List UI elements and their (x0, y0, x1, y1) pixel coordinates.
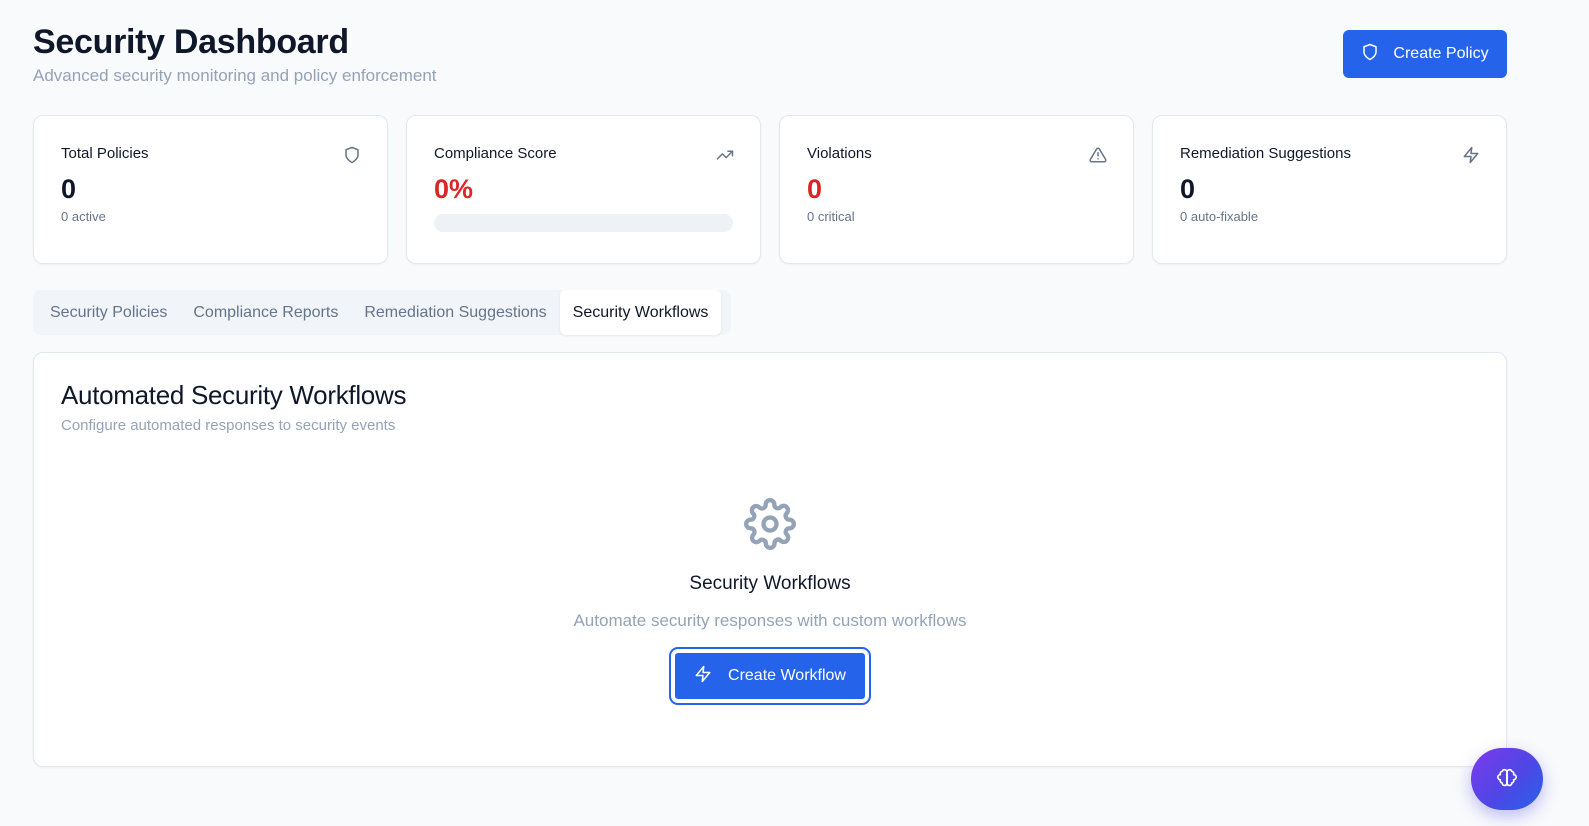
page-subtitle: Advanced security monitoring and policy … (33, 66, 437, 85)
stat-sub: 0 active (61, 209, 106, 224)
tab-security-policies[interactable]: Security Policies (37, 290, 180, 335)
empty-state: Security Workflows Automate security res… (34, 498, 1506, 705)
create-policy-button[interactable]: Create Policy (1343, 30, 1507, 78)
stat-label: Compliance Score (434, 145, 557, 162)
workflows-panel: Automated Security Workflows Configure a… (33, 352, 1507, 767)
empty-state-description: Automate security responses with custom … (573, 611, 967, 630)
tab-security-workflows[interactable]: Security Workflows (559, 290, 722, 335)
stat-value: 0 (807, 174, 823, 204)
zap-icon (694, 665, 712, 688)
alert-triangle-icon (1089, 146, 1107, 164)
panel-title: Automated Security Workflows (61, 380, 407, 410)
stat-card-remediation-suggestions: Remediation Suggestions 0 0 auto-fixable (1152, 115, 1507, 264)
stat-value: 0 (1180, 174, 1196, 204)
stat-label: Total Policies (61, 145, 149, 162)
stat-label: Violations (807, 145, 872, 162)
security-dashboard-page: Security Dashboard Advanced security mon… (0, 0, 1589, 826)
stat-value: 0% (434, 174, 474, 204)
stat-card-total-policies: Total Policies 0 0 active (33, 115, 388, 264)
stat-sub: 0 auto-fixable (1180, 209, 1259, 224)
stats-row: Total Policies 0 0 active Compliance Sco… (33, 115, 1507, 264)
tab-list: Security Policies Compliance Reports Rem… (33, 290, 731, 335)
stat-sub: 0 critical (807, 209, 855, 224)
stat-card-violations: Violations 0 0 critical (779, 115, 1134, 264)
empty-state-title: Security Workflows (689, 573, 851, 594)
compliance-progress-bar (434, 214, 733, 232)
ai-assistant-button[interactable] (1471, 748, 1543, 810)
trending-up-icon (716, 146, 734, 164)
tab-compliance-reports[interactable]: Compliance Reports (180, 290, 351, 335)
create-workflow-button[interactable]: Create Workflow (669, 647, 871, 705)
create-policy-label: Create Policy (1393, 45, 1489, 62)
stat-label: Remediation Suggestions (1180, 145, 1351, 162)
stat-card-compliance-score: Compliance Score 0% (406, 115, 761, 264)
page-header: Security Dashboard Advanced security mon… (33, 22, 1507, 92)
shield-icon (343, 146, 361, 164)
create-workflow-label: Create Workflow (728, 667, 846, 684)
tab-remediation-suggestions[interactable]: Remediation Suggestions (351, 290, 559, 335)
stat-value: 0 (61, 174, 77, 204)
brain-icon (1497, 768, 1517, 791)
shield-icon (1361, 43, 1379, 66)
zap-icon (1462, 146, 1480, 164)
panel-subtitle: Configure automated responses to securit… (61, 417, 396, 434)
gear-icon (744, 498, 796, 550)
page-title: Security Dashboard (33, 23, 349, 61)
